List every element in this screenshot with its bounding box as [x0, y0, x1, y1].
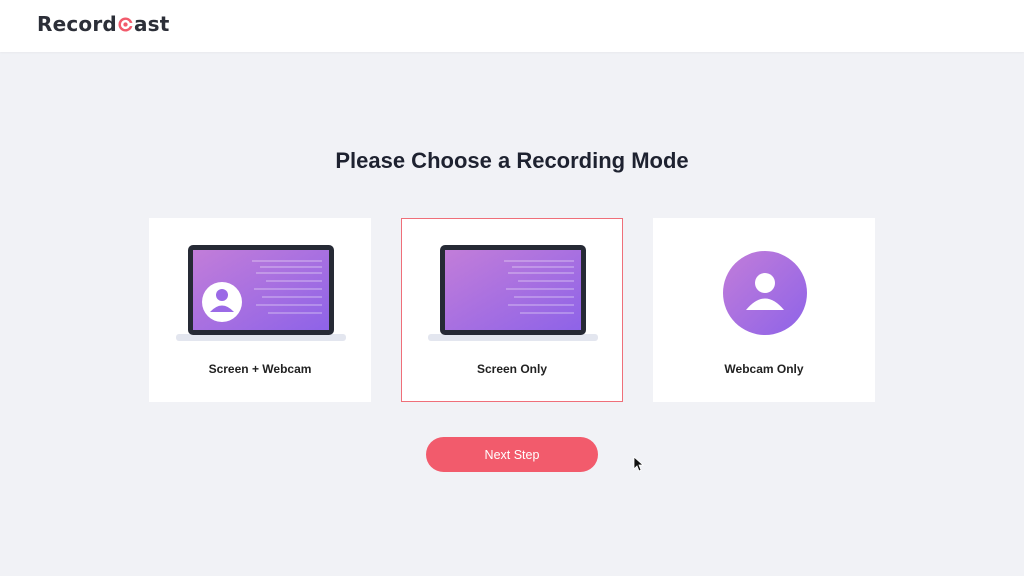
mouse-cursor-icon: [633, 456, 645, 472]
mode-card-screen-only[interactable]: Screen Only: [401, 218, 623, 402]
logo-text-record: Record: [37, 12, 117, 36]
laptop-with-avatar-icon: [176, 245, 346, 341]
next-step-button[interactable]: Next Step: [426, 437, 598, 472]
page-title: Please Choose a Recording Mode: [335, 148, 689, 173]
mode-label: Screen Only: [476, 362, 548, 376]
laptop-icon: [428, 245, 598, 341]
mode-label: Screen + Webcam: [208, 362, 312, 376]
mode-card-screen-webcam[interactable]: Screen + Webcam: [149, 218, 371, 402]
top-bar: Record ast: [0, 0, 1024, 52]
record-c-icon: [118, 16, 133, 32]
recordcast-logo[interactable]: Record ast: [37, 12, 170, 36]
mode-label: Webcam Only: [724, 362, 804, 376]
logo-text-ast: ast: [133, 12, 170, 36]
user-avatar-icon: [723, 251, 807, 335]
mode-card-webcam-only[interactable]: Webcam Only: [653, 218, 875, 402]
